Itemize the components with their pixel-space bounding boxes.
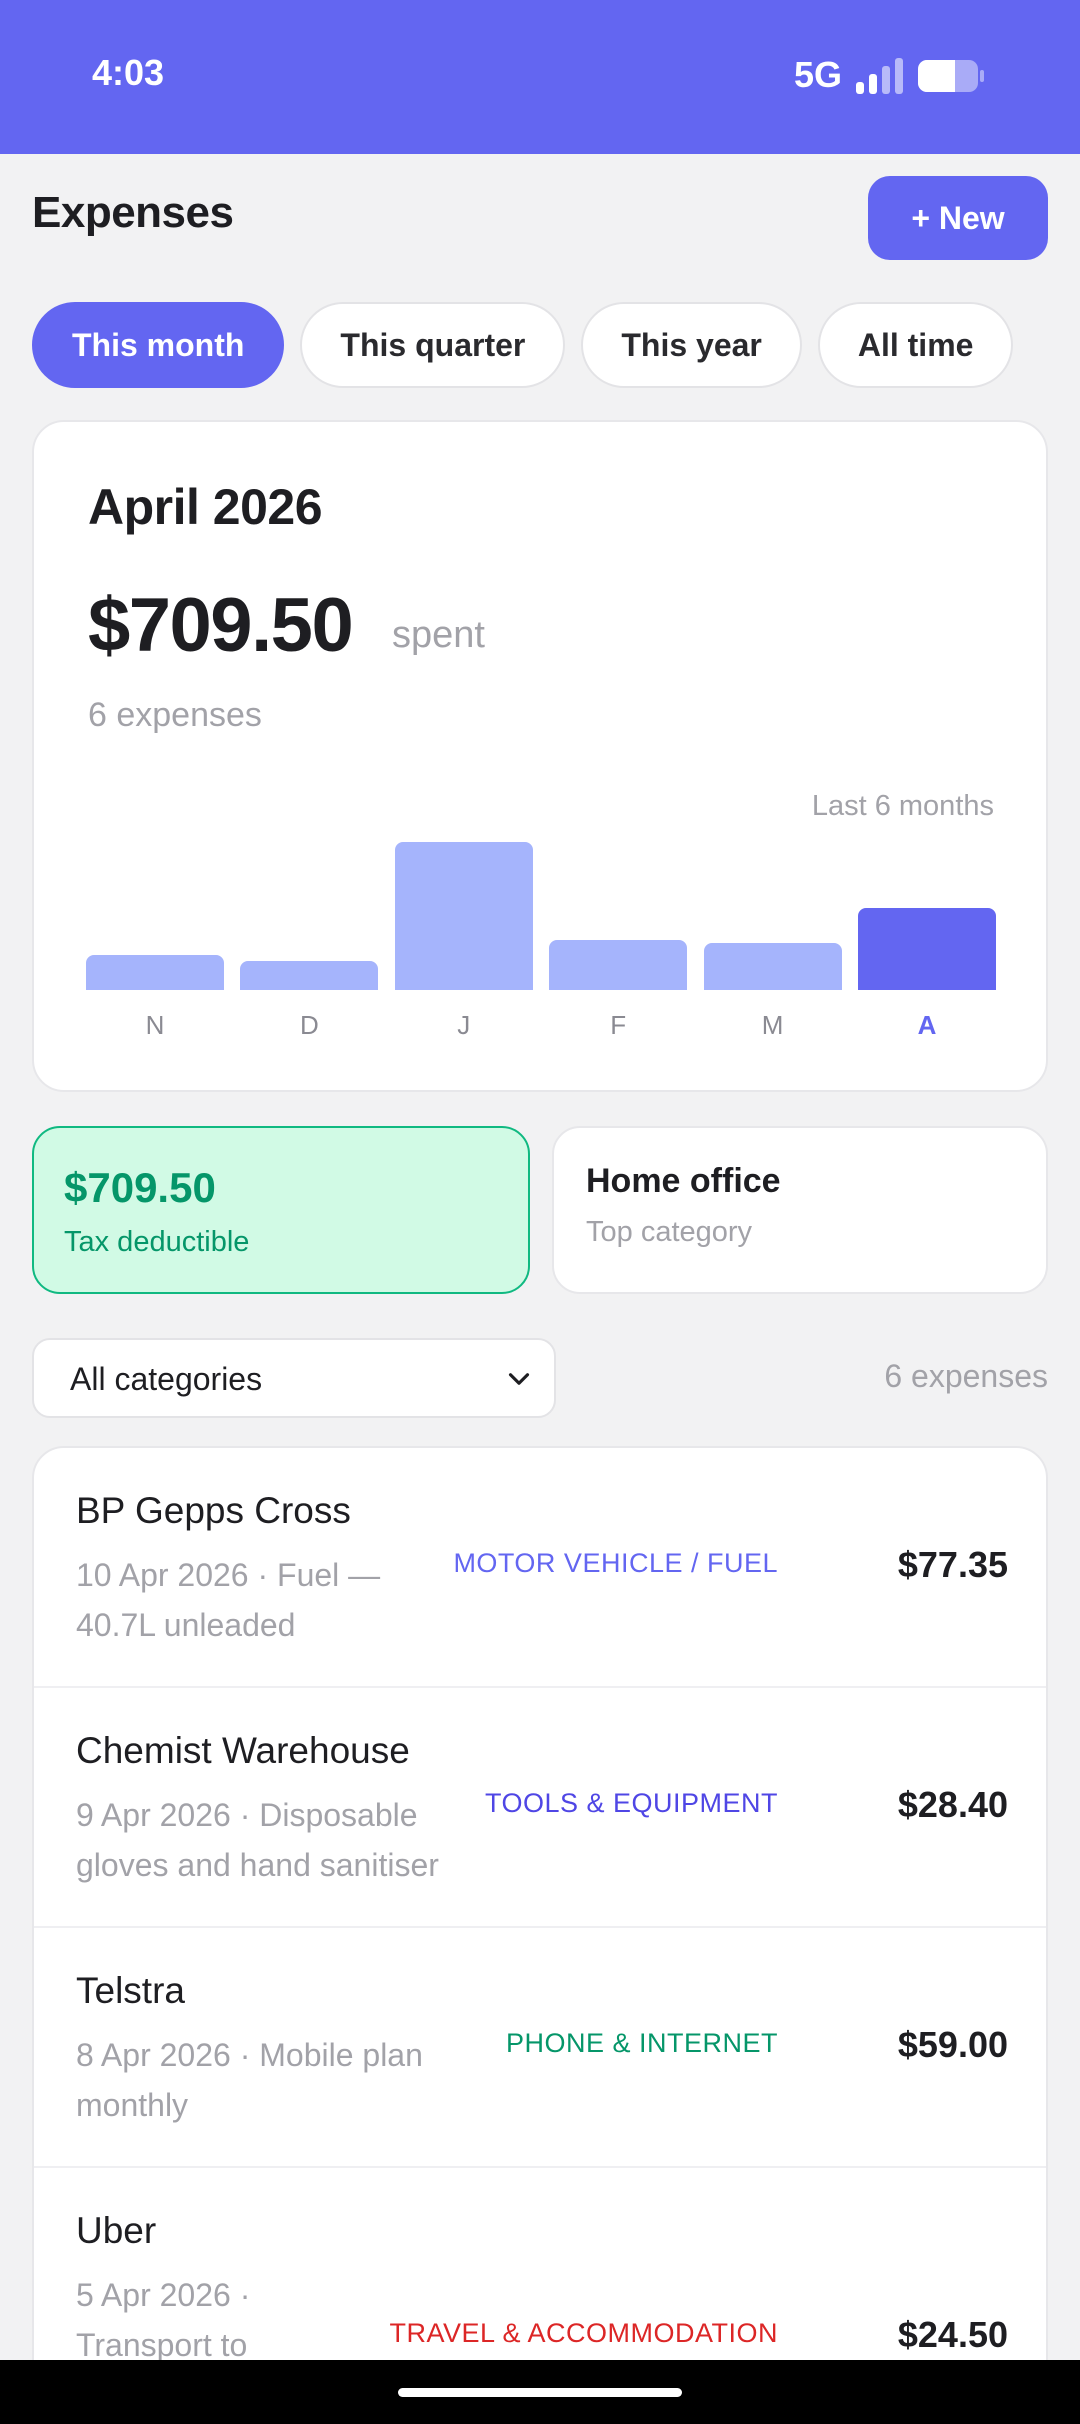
tax-deductible-card: $709.50 Tax deductible [32,1126,530,1294]
filter-all-time[interactable]: All time [817,302,1014,388]
chart-bar-n [86,955,224,990]
chart-tick-label: J [457,1010,471,1040]
summary-count: 6 expenses [88,696,262,734]
chart-tick-label: M [761,1010,784,1040]
expense-amount: $28.40 [897,1784,1008,1825]
chart-bar-a [858,908,996,990]
expense-category: PHONE & INTERNET [505,2028,778,2058]
summary-card: April 2026 $709.50 spent 6 expenses Last… [32,420,1048,1092]
expense-meta: 5 Apr 2026 · Transport to [76,2277,251,2363]
new-expense-button[interactable]: + New [868,176,1048,260]
status-time: 4:03 [92,52,165,93]
battery-icon [918,60,984,92]
top-category-card: Home office Top category [552,1126,1048,1294]
top-category-name: Home office [586,1162,781,1200]
summary-month: April 2026 [88,479,323,535]
expense-merchant: Chemist Warehouse [76,1730,410,1771]
filter-this-month[interactable]: This month [32,302,285,388]
navigation-bar [0,2360,1080,2424]
chart-tick-label: F [610,1010,627,1040]
expense-category: TRAVEL & ACCOMMODATION [389,2318,778,2348]
chart-tick-label: D [300,1010,319,1040]
expense-meta: 8 Apr 2026 · Mobile plan monthly [76,2037,423,2123]
expense-row[interactable]: Telstra 8 Apr 2026 · Mobile plan monthly… [34,1928,1046,2168]
monthly-spend-chart: NDJFMA [86,842,996,1042]
home-handle[interactable] [398,2388,682,2397]
expense-meta: 10 Apr 2026 · Fuel — 40.7L unleaded [76,1557,381,1643]
chart-bar-f [549,940,688,990]
chart-bar-j [394,842,533,990]
period-filter: This month This quarter This year All ti… [32,302,1014,388]
expense-merchant: BP Gepps Cross [76,1490,351,1531]
expense-amount: $24.50 [897,2314,1008,2355]
expense-merchant: Uber [76,2210,157,2251]
expense-amount: $77.35 [897,1544,1008,1585]
network-type: 5G [794,54,843,95]
expense-row[interactable]: BP Gepps Cross 10 Apr 2026 · Fuel — 40.7… [34,1448,1046,1688]
chart-bar-d [240,961,379,990]
summary-spent-label: spent [392,614,485,656]
chart-tick-label: N [145,1010,165,1040]
expense-merchant: Telstra [76,1970,185,2011]
filter-this-year[interactable]: This year [581,302,802,388]
tax-deductible-amount: $709.50 [64,1164,216,1211]
chart-tick-label: A [917,1010,937,1040]
status-bar: 4:03 5G [0,0,1080,154]
expense-row[interactable]: Chemist Warehouse 9 Apr 2026 · Disposabl… [34,1688,1046,1928]
chart-bar-m [703,943,842,990]
expense-count: 6 expenses [884,1358,1048,1394]
summary-amount: $709.50 [88,583,354,668]
page-title: Expenses [32,188,234,237]
expense-list: BP Gepps Cross 10 Apr 2026 · Fuel — 40.7… [32,1446,1048,2424]
chevron-down-icon [508,1373,530,1385]
chart-range-label: Last 6 months [811,790,994,822]
expense-meta: 9 Apr 2026 · Disposable gloves and hand … [76,1797,439,1883]
expense-amount: $59.00 [897,2024,1008,2065]
expense-category: TOOLS & EQUIPMENT [484,1788,778,1818]
signal-icon [856,58,904,94]
expense-category: MOTOR VEHICLE / FUEL [453,1548,778,1578]
category-select-value: All categories [70,1361,263,1397]
top-category-label: Top category [586,1216,753,1248]
filter-this-quarter[interactable]: This quarter [300,302,566,388]
tax-deductible-label: Tax deductible [64,1226,250,1258]
category-select[interactable]: All categories [32,1338,556,1418]
